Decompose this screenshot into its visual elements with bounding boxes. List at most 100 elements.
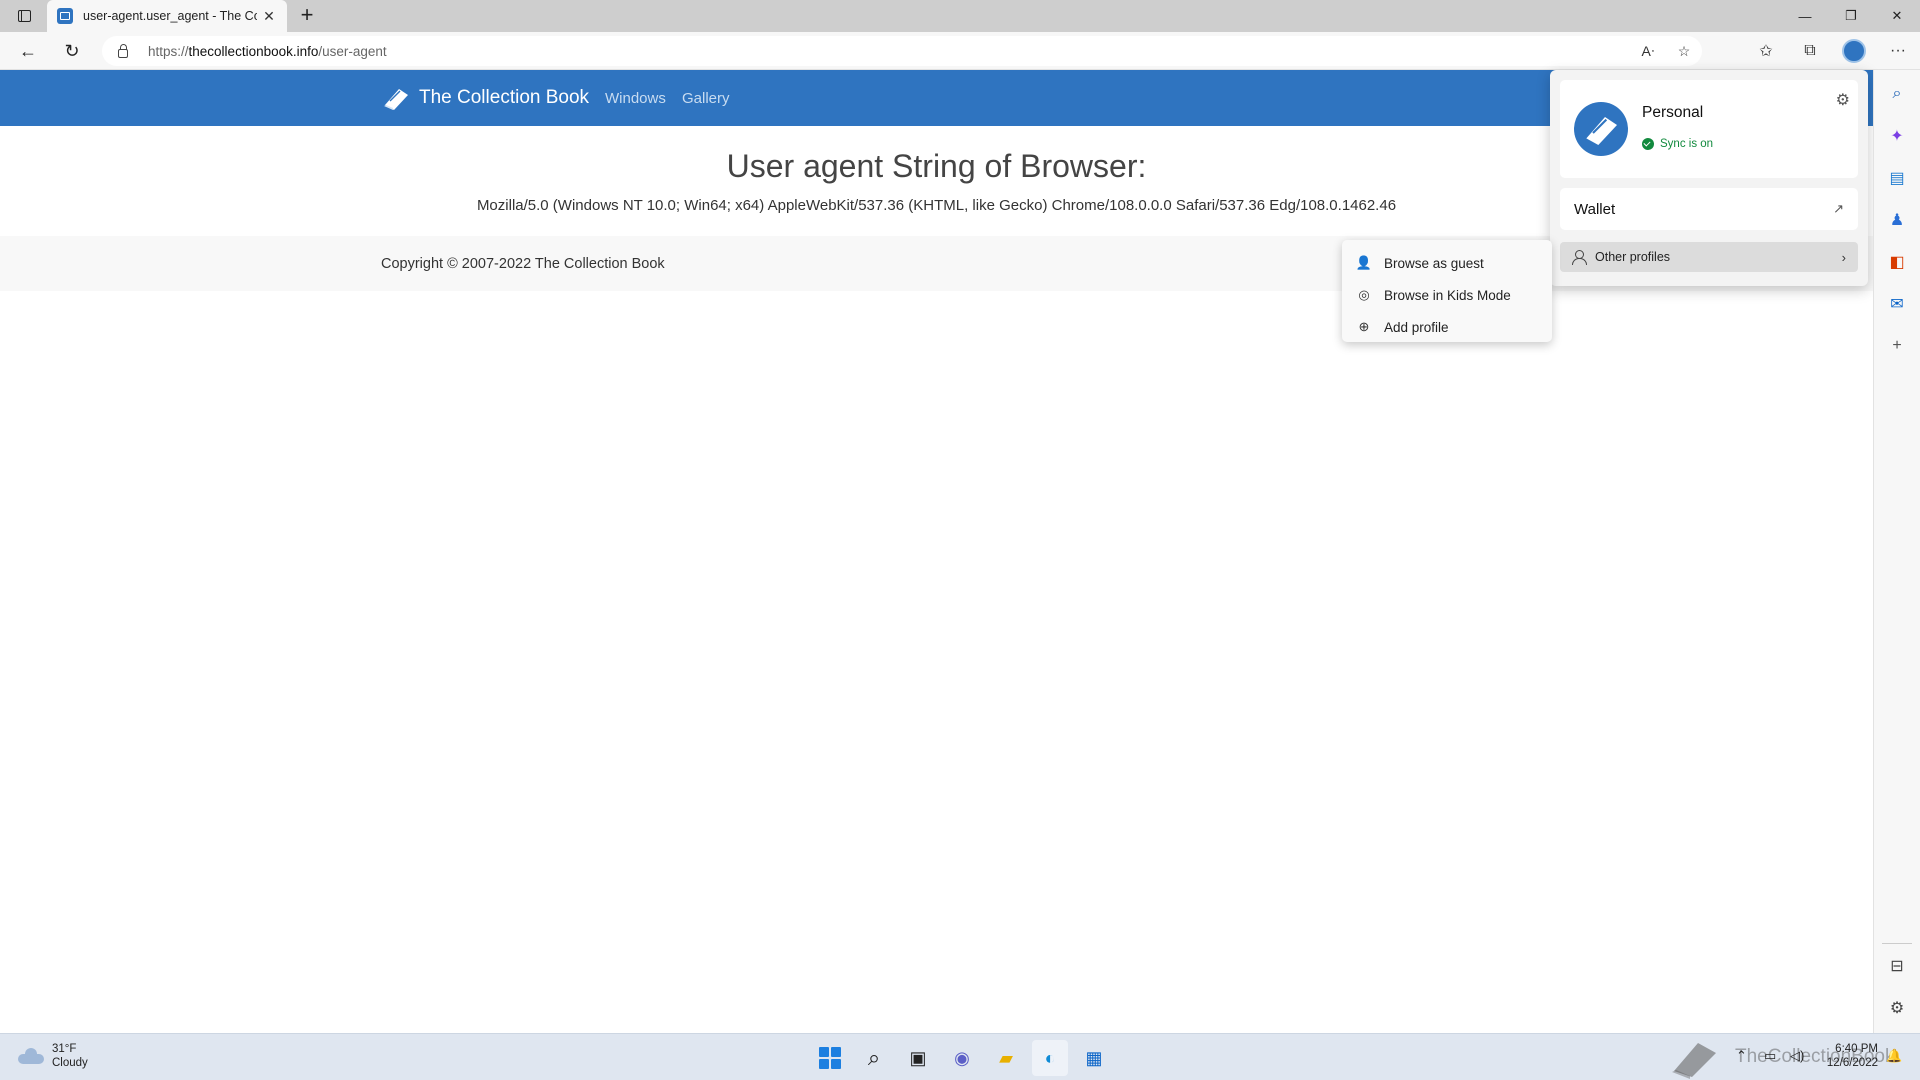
clock-time: 6:40 PM bbox=[1835, 1043, 1878, 1055]
task-view-button[interactable]: ▣ bbox=[900, 1040, 936, 1076]
profile-settings-icon[interactable]: ⚙ bbox=[1836, 90, 1850, 110]
windows-logo-icon bbox=[819, 1047, 841, 1069]
sync-check-icon bbox=[1642, 138, 1654, 150]
taskbar-search-button[interactable]: ⌕ bbox=[856, 1040, 892, 1076]
back-arrow-icon: ← bbox=[19, 40, 37, 61]
outlook-icon[interactable]: ✉ bbox=[1885, 292, 1909, 316]
minimize-button[interactable]: — bbox=[1782, 0, 1828, 32]
teams-chat-button[interactable]: ◉ bbox=[944, 1040, 980, 1076]
search-icon: ⌕ bbox=[867, 1045, 881, 1070]
sync-status-text: Sync is on bbox=[1660, 138, 1714, 150]
menu-item-kids-mode[interactable]: ◎ Browse in Kids Mode bbox=[1342, 279, 1552, 311]
book-watermark-icon bbox=[1672, 1043, 1716, 1079]
windows-taskbar: 31°F Cloudy ⌕ ▣ ◉ ▰ ◐ ▦ TheCollectionBoo… bbox=[0, 1033, 1920, 1080]
address-bar[interactable]: https://thecollectionbook.info/user-agen… bbox=[102, 36, 1702, 66]
refresh-icon: ↻ bbox=[64, 40, 80, 61]
hide-sidebar-icon[interactable]: ⊟ bbox=[1885, 954, 1909, 978]
favorites-icon[interactable]: ✩ bbox=[1744, 41, 1788, 61]
sidebar-settings-icon[interactable]: ⚙ bbox=[1885, 996, 1909, 1020]
profile-avatar-icon bbox=[1842, 39, 1866, 63]
chevron-right-icon: › bbox=[1841, 249, 1846, 265]
system-clock[interactable]: 6:40 PM 12/6/2022 bbox=[1818, 1042, 1878, 1070]
guest-icon: 👤 bbox=[1355, 255, 1373, 270]
url-text[interactable]: https://thecollectionbook.info/user-agen… bbox=[148, 44, 387, 59]
chat-icon: ◉ bbox=[954, 1047, 970, 1068]
taskbar-apps: ⌕ ▣ ◉ ▰ ◐ ▦ bbox=[812, 1040, 1120, 1076]
toolbar-right-icons: ✩ ⧉ ··· bbox=[1744, 36, 1920, 66]
volume-icon[interactable]: ◁) bbox=[1790, 1048, 1804, 1064]
other-profiles-submenu: 👤 Browse as guest ◎ Browse in Kids Mode … bbox=[1342, 240, 1552, 342]
menu-item-add-profile[interactable]: ⊕ Add profile bbox=[1342, 311, 1552, 343]
back-button[interactable]: ← bbox=[14, 38, 42, 64]
profile-card: Personal Sync is on ⚙ bbox=[1560, 80, 1858, 178]
address-bar-icons: Aᐧ ☆ bbox=[1630, 36, 1702, 66]
task-view-icon: ▣ bbox=[909, 1047, 927, 1068]
menu-item-browse-as-guest[interactable]: 👤 Browse as guest bbox=[1342, 247, 1552, 279]
nav-link-windows[interactable]: Windows bbox=[605, 90, 666, 107]
new-tab-button[interactable]: + bbox=[294, 3, 320, 29]
restore-button[interactable]: ❐ bbox=[1828, 0, 1874, 32]
profile-flyout: Personal Sync is on ⚙ Wallet ↗ Other pro… bbox=[1550, 70, 1868, 286]
notification-bell-icon[interactable]: 🔔 bbox=[1886, 1048, 1902, 1064]
tab-title: user-agent.user_agent - The Coll bbox=[83, 9, 257, 23]
brand-name: The Collection Book bbox=[419, 87, 590, 108]
collections-icon[interactable]: ⧉ bbox=[1788, 42, 1832, 60]
cloud-icon bbox=[18, 1048, 44, 1064]
tab-actions-button[interactable] bbox=[12, 6, 36, 26]
display-icon[interactable]: ▭ bbox=[1764, 1048, 1776, 1064]
menu-item-label: Add profile bbox=[1384, 319, 1449, 335]
edge-icon: ◐ bbox=[1044, 1047, 1056, 1068]
tab-actions-icon bbox=[17, 10, 31, 22]
store-button[interactable]: ▦ bbox=[1076, 1040, 1112, 1076]
weather-widget[interactable]: 31°F Cloudy bbox=[18, 1042, 88, 1070]
profile-name: Personal bbox=[1642, 104, 1704, 121]
sidebar-divider bbox=[1882, 943, 1912, 944]
book-avatar-icon bbox=[1586, 117, 1617, 145]
browser-tab[interactable]: user-agent.user_agent - The Coll ✕ bbox=[47, 0, 287, 32]
title-bar: user-agent.user_agent - The Coll ✕ + — ❐… bbox=[0, 0, 1920, 32]
menu-item-label: Browse as guest bbox=[1384, 255, 1484, 271]
tab-favicon-icon bbox=[57, 8, 73, 24]
file-explorer-button[interactable]: ▰ bbox=[988, 1040, 1024, 1076]
other-profiles-button[interactable]: Other profiles › bbox=[1560, 242, 1858, 272]
start-button[interactable] bbox=[812, 1040, 848, 1076]
site-brand[interactable]: The Collection Book bbox=[381, 70, 589, 126]
url-domain: thecollectionbook.info bbox=[188, 43, 319, 59]
office-icon[interactable]: ◧ bbox=[1885, 250, 1909, 274]
person-icon bbox=[1572, 250, 1587, 265]
edge-taskbar-button[interactable]: ◐ bbox=[1032, 1040, 1068, 1076]
weather-condition: Cloudy bbox=[52, 1057, 88, 1069]
copyright-text: Copyright © 2007-2022 The Collection Boo… bbox=[381, 256, 665, 272]
edge-sidebar: ⌕ ✦ ▤ ♟ ◧ ✉ + ⊟ ⚙ bbox=[1873, 70, 1920, 1033]
store-icon: ▦ bbox=[1085, 1047, 1103, 1068]
search-icon[interactable]: ⌕ bbox=[1885, 82, 1909, 106]
wallet-button[interactable]: Wallet ↗ bbox=[1560, 188, 1858, 230]
kids-mode-icon: ◎ bbox=[1358, 287, 1370, 302]
tools-icon[interactable]: ▤ bbox=[1885, 166, 1909, 190]
book-logo-icon bbox=[384, 89, 408, 110]
wallet-label: Wallet bbox=[1574, 200, 1616, 218]
read-aloud-icon[interactable]: Aᐧ bbox=[1630, 43, 1666, 60]
window-controls: — ❐ ✕ bbox=[1782, 0, 1920, 32]
browser-toolbar: ← ↻ https://thecollectionbook.info/user-… bbox=[0, 32, 1920, 70]
more-options-icon[interactable]: ··· bbox=[1876, 42, 1920, 60]
add-sidebar-app-icon[interactable]: + bbox=[1885, 334, 1909, 358]
profile-picture bbox=[1574, 102, 1628, 156]
close-window-button[interactable]: ✕ bbox=[1874, 0, 1920, 32]
url-path: /user-agent bbox=[318, 43, 387, 59]
folder-icon: ▰ bbox=[999, 1047, 1013, 1068]
open-external-icon: ↗ bbox=[1833, 201, 1844, 216]
discover-icon[interactable]: ✦ bbox=[1885, 124, 1909, 148]
games-icon[interactable]: ♟ bbox=[1885, 208, 1909, 232]
tab-close-icon[interactable]: ✕ bbox=[261, 8, 277, 25]
add-favorite-icon[interactable]: ☆ bbox=[1666, 43, 1702, 60]
other-profiles-label: Other profiles bbox=[1595, 250, 1671, 264]
refresh-button[interactable]: ↻ bbox=[58, 38, 86, 64]
profile-button[interactable] bbox=[1832, 36, 1876, 66]
nav-link-gallery[interactable]: Gallery bbox=[682, 90, 730, 107]
menu-item-label: Browse in Kids Mode bbox=[1384, 287, 1511, 303]
lock-icon[interactable] bbox=[118, 43, 128, 58]
clock-date: 12/6/2022 bbox=[1826, 1057, 1878, 1069]
tray-overflow-icon[interactable]: ⌃ bbox=[1736, 1048, 1747, 1064]
add-circle-icon: ⊕ bbox=[1358, 319, 1370, 334]
